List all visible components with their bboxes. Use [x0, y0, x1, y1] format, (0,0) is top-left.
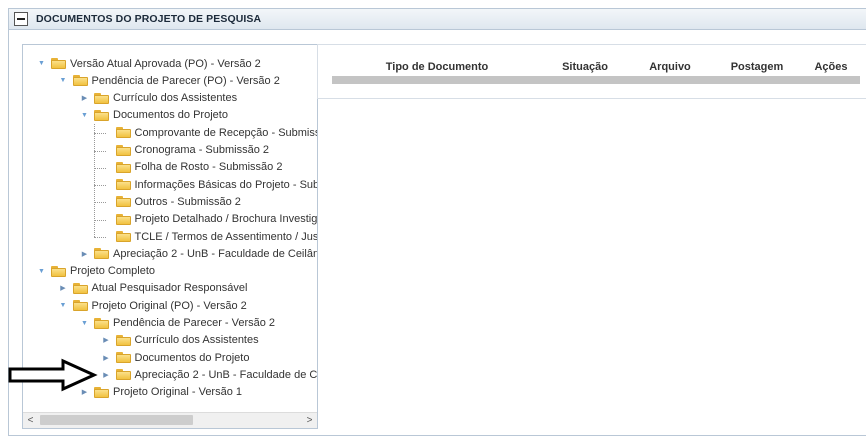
folder-icon	[115, 179, 131, 191]
tree-leaf-item[interactable]: ▶Outros - Submissão 2	[102, 193, 241, 210]
column-header-acoes[interactable]: Ações	[802, 58, 860, 76]
folder-icon	[115, 369, 131, 381]
folder-icon	[115, 161, 131, 173]
tree-connector	[93, 185, 106, 187]
tree-item-label[interactable]: Projeto Completo	[70, 265, 155, 277]
tree-item-label[interactable]: Documentos do Projeto	[113, 109, 228, 121]
tree-item-label[interactable]: TCLE / Termos de Assentimento / Justific…	[135, 231, 318, 243]
tree-item-label[interactable]: Projeto Original (PO) - Versão 2	[92, 300, 247, 312]
folder-icon	[94, 92, 109, 104]
tree-item-label[interactable]: Currículo dos Assistentes	[113, 92, 237, 104]
documents-table-container: Tipo de Documento Situação Arquivo Posta…	[317, 44, 866, 99]
tree-folder-item[interactable]: ▶ Documentos do Projeto	[102, 349, 250, 366]
tree-folder-item[interactable]: ▼ Pendência de Parecer (PO) - Versão 2	[59, 72, 280, 89]
table-empty-row	[332, 76, 860, 84]
tree-leaf-item[interactable]: ▶TCLE / Termos de Assentimento / Justifi…	[102, 228, 318, 245]
tree-item-label[interactable]: Folha de Rosto - Submissão 2	[135, 161, 283, 173]
folder-icon	[51, 265, 66, 277]
tree-item-label[interactable]: Pendência de Parecer - Versão 2	[113, 317, 275, 329]
tree-folder-item[interactable]: ▶ Apreciação 2 - UnB - Faculdade de Ceilâ…	[102, 366, 318, 383]
tree-connector	[93, 150, 106, 152]
tree-item-label[interactable]: Versão Atual Aprovada (PO) - Versão 2	[70, 58, 261, 70]
scroll-right-icon[interactable]: >	[302, 413, 317, 428]
tree-item-label[interactable]: Apreciação 2 - UnB - Faculdade de Ceilân…	[135, 369, 318, 381]
panel-header: DOCUMENTOS DO PROJETO DE PESQUISA	[9, 9, 866, 30]
collapse-node-icon[interactable]: ▼	[80, 319, 89, 328]
column-header-situacao[interactable]: Situação	[542, 58, 628, 76]
tree-leaf-item[interactable]: ▶Comprovante de Recepção - Submissão 2	[102, 124, 318, 141]
tree-connector	[93, 237, 106, 238]
folder-icon	[115, 196, 131, 208]
pointer-arrow-icon	[8, 358, 98, 392]
collapse-icon[interactable]	[14, 12, 28, 26]
tree-folder-item[interactable]: ▼ Projeto Original (PO) - Versão 2	[59, 297, 247, 314]
table-header-row: Tipo de Documento Situação Arquivo Posta…	[332, 58, 860, 76]
expand-node-icon[interactable]: ▶	[59, 284, 68, 293]
tree-connector	[93, 219, 106, 221]
folder-icon	[72, 282, 88, 294]
tree-connector	[93, 124, 95, 237]
folder-icon	[94, 317, 109, 329]
documents-table: Tipo de Documento Situação Arquivo Posta…	[332, 58, 860, 76]
scrollbar-thumb[interactable]	[40, 415, 193, 425]
folder-icon	[115, 144, 131, 156]
tree-item-label[interactable]: Pendência de Parecer (PO) - Versão 2	[92, 75, 280, 87]
tree-item-label[interactable]: Outros - Submissão 2	[135, 196, 241, 208]
folder-icon	[115, 334, 131, 346]
column-header-arquivo[interactable]: Arquivo	[628, 58, 712, 76]
tree-item-label[interactable]: Projeto Detalhado / Brochura Investigado…	[135, 213, 318, 225]
folder-icon	[115, 352, 131, 364]
tree-leaf-item[interactable]: ▶Informações Básicas do Projeto - Submis…	[102, 176, 318, 193]
expand-node-icon[interactable]: ▶	[102, 370, 111, 379]
collapse-node-icon[interactable]: ▼	[37, 267, 46, 276]
tree-item-label[interactable]: Currículo dos Assistentes	[135, 334, 259, 346]
tree-item-label[interactable]: Documentos do Projeto	[135, 352, 250, 364]
column-header-tipo[interactable]: Tipo de Documento	[332, 58, 542, 76]
expand-node-icon[interactable]: ▶	[102, 353, 111, 362]
folder-icon	[115, 127, 131, 139]
folder-icon	[94, 109, 109, 121]
tree-item-label[interactable]: Apreciação 2 - UnB - Faculdade de Ceilân…	[113, 248, 317, 260]
tree-connector	[93, 167, 106, 169]
tree-item-label[interactable]: Atual Pesquisador Responsável	[92, 282, 248, 294]
tree-item-label[interactable]: Projeto Original - Versão 1	[113, 386, 242, 398]
collapse-node-icon[interactable]: ▼	[80, 111, 89, 120]
expand-node-icon[interactable]: ▶	[80, 249, 89, 258]
tree-folder-item[interactable]: ▼ Projeto Completo	[37, 263, 155, 280]
expand-node-icon[interactable]: ▶	[102, 336, 111, 345]
tree-leaf-item[interactable]: ▶Cronograma - Submissão 2	[102, 142, 270, 159]
tree-folder-item[interactable]: ▶ Apreciação 2 - UnB - Faculdade de Ceilâ…	[80, 245, 317, 262]
collapse-node-icon[interactable]: ▼	[59, 301, 68, 310]
scroll-left-icon[interactable]: <	[23, 413, 38, 428]
tree-connector	[93, 202, 106, 204]
column-header-postagem[interactable]: Postagem	[712, 58, 802, 76]
tree-folder-item[interactable]: ▼ Documentos do Projeto	[80, 107, 228, 124]
tree-leaf-item[interactable]: ▶Folha de Rosto - Submissão 2	[102, 159, 283, 176]
tree-folder-item[interactable]: ▼ Versão Atual Aprovada (PO) - Versão 2	[37, 55, 261, 72]
tree-item-label[interactable]: Cronograma - Submissão 2	[135, 144, 270, 156]
expand-node-icon[interactable]: ▶	[80, 94, 89, 103]
folder-icon	[72, 75, 88, 87]
horizontal-scrollbar[interactable]: < >	[23, 412, 317, 428]
folder-icon	[115, 213, 131, 225]
tree-folder-item[interactable]: ▼ Pendência de Parecer - Versão 2	[80, 315, 275, 332]
tree-folder-item[interactable]: ▶ Atual Pesquisador Responsável	[59, 280, 248, 297]
tree-folder-item[interactable]: ▶ Currículo dos Assistentes	[102, 332, 259, 349]
collapse-node-icon[interactable]: ▼	[37, 59, 46, 68]
panel-title: DOCUMENTOS DO PROJETO DE PESQUISA	[36, 13, 262, 25]
tree-item-label[interactable]: Informações Básicas do Projeto - Submiss…	[135, 179, 318, 191]
tree-connector	[93, 133, 106, 135]
tree-folder-item[interactable]: ▶ Currículo dos Assistentes	[80, 90, 237, 107]
tree-leaf-item[interactable]: ▶Projeto Detalhado / Brochura Investigad…	[102, 211, 318, 228]
folder-icon	[94, 248, 109, 260]
folder-icon	[72, 300, 88, 312]
collapse-node-icon[interactable]: ▼	[59, 76, 68, 85]
folder-icon	[51, 58, 66, 69]
folder-icon	[115, 231, 131, 242]
tree-folder-item[interactable]: ▶ Projeto Original - Versão 1	[80, 384, 242, 401]
tree-item-label[interactable]: Comprovante de Recepção - Submissão 2	[135, 127, 318, 139]
